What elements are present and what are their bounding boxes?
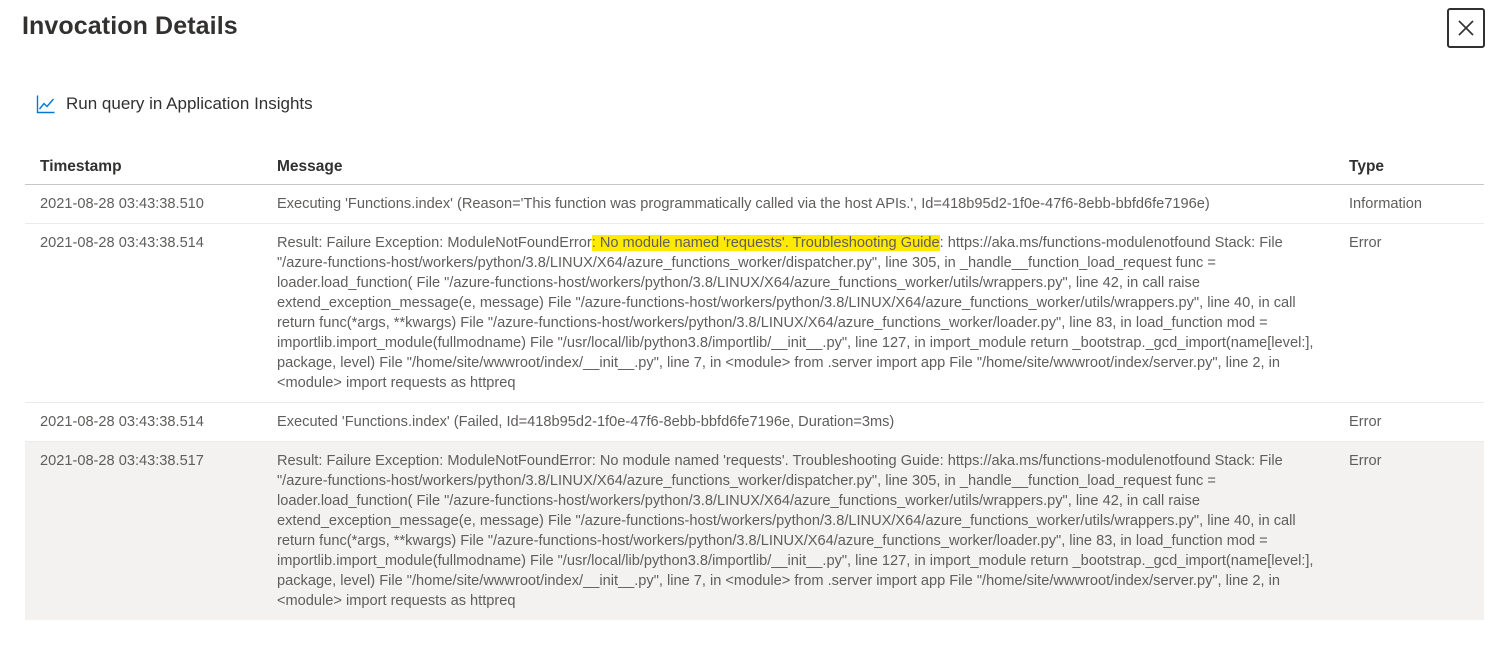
type-cell: Information xyxy=(1349,196,1423,212)
timestamp-cell: 2021-08-28 03:43:38.514 xyxy=(40,414,204,430)
message-cell: Executing 'Functions.index' (Reason='Thi… xyxy=(277,196,1210,212)
invocation-details-panel: Invocation Details Run query in Applicat… xyxy=(0,0,1492,671)
message-text-before: Result: Failure Exception: ModuleNotFoun… xyxy=(277,235,592,251)
column-header-type[interactable]: Type xyxy=(1349,156,1484,176)
type-cell: Error xyxy=(1349,235,1382,251)
close-button[interactable] xyxy=(1447,8,1485,48)
message-cell: Result: Failure Exception: ModuleNotFoun… xyxy=(277,233,1349,393)
table-header: Timestamp Message Type xyxy=(25,148,1484,185)
close-icon xyxy=(1457,19,1475,37)
message-cell: Executed 'Functions.index' (Failed, Id=4… xyxy=(277,414,895,430)
invocation-log-table: Timestamp Message Type 2021-08-28 03:43:… xyxy=(25,148,1484,620)
column-header-timestamp[interactable]: Timestamp xyxy=(25,156,277,176)
highlighted-text: : No module named 'requests'. Troublesho… xyxy=(591,235,940,251)
table-row[interactable]: 2021-08-28 03:43:38.514 Executed 'Functi… xyxy=(25,403,1484,442)
message-cell: Result: Failure Exception: ModuleNotFoun… xyxy=(277,453,1314,609)
timestamp-cell: 2021-08-28 03:43:38.510 xyxy=(40,196,204,212)
page-title: Invocation Details xyxy=(22,12,238,40)
type-cell: Error xyxy=(1349,414,1382,430)
timestamp-cell: 2021-08-28 03:43:38.517 xyxy=(40,453,204,469)
run-query-button[interactable]: Run query in Application Insights xyxy=(36,94,313,114)
type-cell: Error xyxy=(1349,453,1382,469)
line-chart-icon xyxy=(36,94,56,114)
run-query-label: Run query in Application Insights xyxy=(66,94,313,113)
table-row[interactable]: 2021-08-28 03:43:38.514 Result: Failure … xyxy=(25,224,1484,403)
timestamp-cell: 2021-08-28 03:43:38.514 xyxy=(40,235,204,251)
message-text-after: : https://aka.ms/functions-modulenotfoun… xyxy=(277,235,1314,391)
table-row[interactable]: 2021-08-28 03:43:38.510 Executing 'Funct… xyxy=(25,185,1484,224)
table-row-selected[interactable]: 2021-08-28 03:43:38.517 Result: Failure … xyxy=(25,442,1484,620)
column-header-message[interactable]: Message xyxy=(277,156,1349,176)
